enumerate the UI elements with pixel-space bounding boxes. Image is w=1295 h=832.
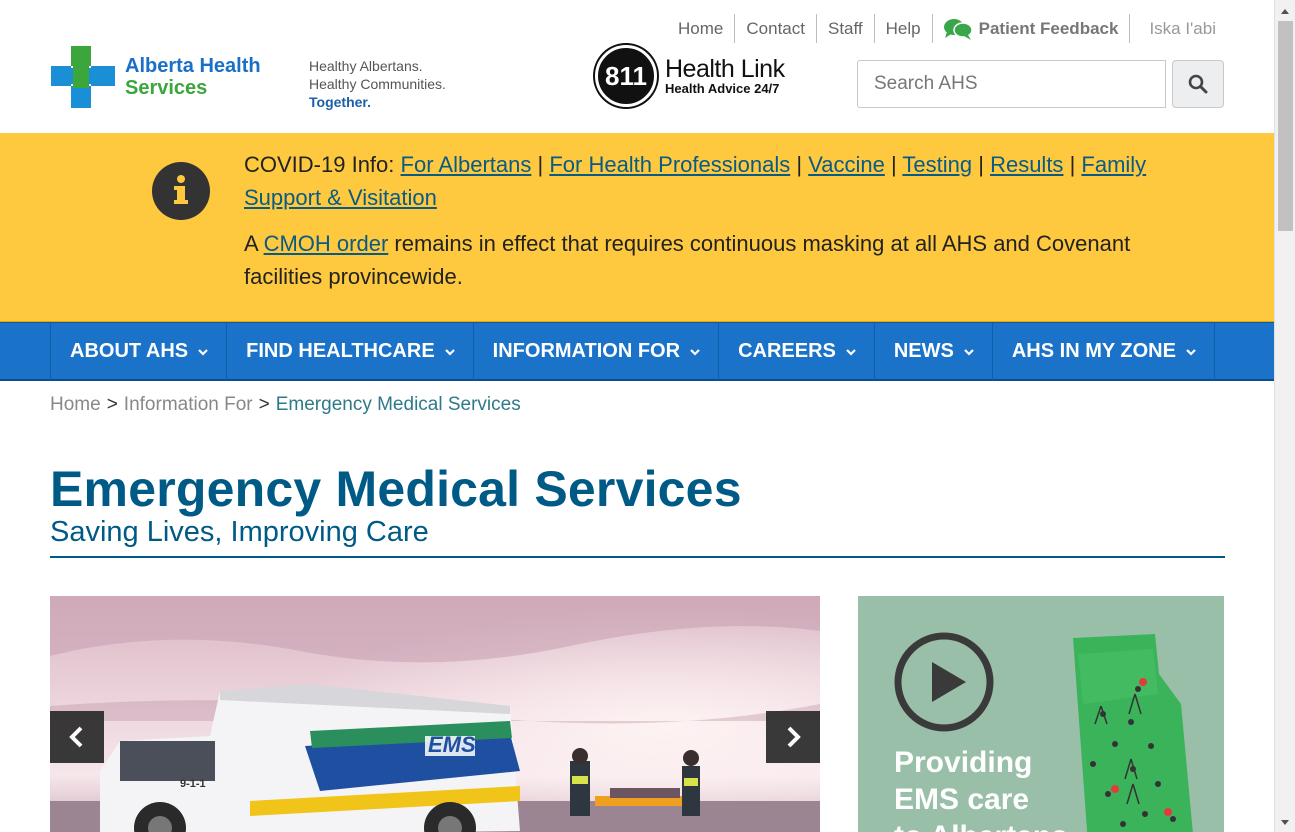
breadcrumb-current: Emergency Medical Services bbox=[275, 394, 521, 415]
alert-link-results[interactable]: Results bbox=[990, 152, 1063, 177]
ems-video-promo[interactable]: Providing EMS care to Albertans bbox=[858, 596, 1224, 832]
chevron-right-icon bbox=[787, 726, 801, 748]
utility-link-staff[interactable]: Staff bbox=[817, 14, 875, 43]
breadcrumb-separator: > bbox=[258, 394, 270, 415]
masking-notice: A CMOH order remains in effect that requ… bbox=[244, 227, 1204, 293]
alert-separator: | bbox=[978, 152, 984, 177]
scroll-down-arrow-icon[interactable] bbox=[1281, 820, 1289, 825]
promo-text: Providing EMS care to Albertans bbox=[894, 744, 1068, 832]
health-link-811-badge: 811 bbox=[595, 45, 657, 107]
nav-item-label: FIND HEALTHCARE bbox=[246, 340, 435, 362]
scroll-up-arrow-icon[interactable] bbox=[1281, 9, 1289, 14]
breadcrumb: Home > Information For > Emergency Medical S… bbox=[50, 394, 521, 416]
chat-bubbles-icon bbox=[943, 18, 973, 40]
ambulance-ems-label: EMS bbox=[428, 732, 476, 757]
carousel-next-button[interactable] bbox=[766, 711, 820, 763]
main-nav-list: ABOUT AHS FIND HEALTHCARE INFORMATION FO… bbox=[50, 323, 1215, 380]
health-link-title: Health Link bbox=[665, 54, 785, 83]
patient-feedback-link[interactable]: Patient Feedback bbox=[933, 14, 1131, 43]
site-header: Home Contact Staff Help Patient Feedback… bbox=[0, 0, 1274, 133]
utility-nav: Home Contact Staff Help Patient Feedback… bbox=[667, 14, 1226, 43]
nav-item-label: INFORMATION FOR bbox=[492, 340, 681, 362]
nav-item-label: CAREERS bbox=[738, 340, 836, 362]
search-button[interactable] bbox=[1172, 60, 1224, 108]
tagline-line-2: Healthy Communities. bbox=[309, 76, 446, 92]
nav-item-ahs-in-my-zone[interactable]: AHS IN MY ZONE bbox=[993, 323, 1215, 380]
covid-info-prefix: COVID-19 Info: bbox=[244, 152, 395, 177]
tagline-line-3: Together. bbox=[309, 94, 371, 110]
page-subtitle: Saving Lives, Improving Care bbox=[50, 516, 429, 548]
play-icon bbox=[894, 632, 994, 732]
scrollbar-thumb[interactable] bbox=[1278, 21, 1293, 231]
tagline: Healthy Albertans. Healthy Communities. … bbox=[309, 57, 446, 111]
promo-line-2: EMS care bbox=[894, 783, 1030, 816]
utility-link-home[interactable]: Home bbox=[667, 14, 736, 43]
title-divider bbox=[50, 556, 1225, 558]
chevron-down-icon bbox=[964, 348, 974, 356]
alberta-map-graphic bbox=[1073, 634, 1193, 832]
alert-separator: | bbox=[796, 152, 803, 177]
main-nav: ABOUT AHS FIND HEALTHCARE INFORMATION FO… bbox=[0, 322, 1274, 381]
info-icon bbox=[152, 162, 210, 220]
chevron-left-icon bbox=[69, 726, 83, 748]
logo-wordmark: Alberta Health Services bbox=[125, 55, 261, 99]
search-input[interactable] bbox=[857, 60, 1166, 108]
page: Home Contact Staff Help Patient Feedback… bbox=[0, 0, 1274, 832]
alert-text: COVID-19 Info: For Albertans | For Healt… bbox=[244, 148, 1204, 293]
nav-item-label: AHS IN MY ZONE bbox=[1011, 340, 1176, 362]
chevron-down-icon bbox=[444, 348, 455, 356]
chevron-down-icon bbox=[846, 348, 856, 356]
alert-link-albertans[interactable]: For Albertans bbox=[401, 152, 532, 177]
search-icon bbox=[1188, 74, 1208, 94]
alert-link-vaccine[interactable]: Vaccine bbox=[808, 152, 885, 177]
alert-link-testing[interactable]: Testing bbox=[902, 152, 972, 177]
page-scrollbar[interactable] bbox=[1274, 0, 1295, 832]
alert-separator: | bbox=[890, 152, 897, 177]
nav-item-careers[interactable]: CAREERS bbox=[719, 323, 875, 380]
language-link[interactable]: Iska I'abi bbox=[1130, 14, 1226, 43]
logo-line-2: Services bbox=[125, 77, 208, 99]
health-link-subtitle: Health Advice 24/7 bbox=[665, 80, 780, 96]
nav-item-label: NEWS bbox=[893, 340, 954, 362]
breadcrumb-home[interactable]: Home bbox=[50, 394, 101, 415]
promo-line-1: Providing bbox=[894, 746, 1033, 779]
breadcrumb-information-for[interactable]: Information For bbox=[124, 394, 253, 415]
tagline-line-1: Healthy Albertans. bbox=[309, 58, 423, 74]
ahs-logo[interactable]: Alberta Health Services bbox=[51, 46, 261, 108]
nav-item-news[interactable]: NEWS bbox=[875, 323, 993, 380]
health-link-text: Health Link Health Advice 24/7 bbox=[665, 54, 785, 96]
logo-line-1: Alberta Health bbox=[125, 55, 261, 77]
masking-prefix: A bbox=[244, 231, 258, 256]
ambulance-photo bbox=[50, 596, 820, 832]
ahs-cross-logo-icon bbox=[51, 46, 115, 108]
cmoh-order-link[interactable]: CMOH order bbox=[264, 231, 389, 256]
utility-link-help[interactable]: Help bbox=[875, 14, 933, 43]
covid-info-line: COVID-19 Info: For Albertans | For Healt… bbox=[244, 148, 1204, 214]
page-title: Emergency Medical Services bbox=[50, 461, 742, 517]
chevron-down-icon bbox=[690, 348, 700, 356]
ambulance-911-label: 9-1-1 bbox=[180, 778, 206, 790]
promo-line-3: to Albertans bbox=[894, 818, 1068, 832]
nav-item-information-for[interactable]: INFORMATION FOR bbox=[474, 323, 720, 380]
breadcrumb-separator: > bbox=[106, 394, 118, 415]
utility-link-contact[interactable]: Contact bbox=[735, 14, 817, 43]
alert-separator: | bbox=[537, 152, 544, 177]
health-link-logo[interactable]: 811 Health Link Health Advice 24/7 bbox=[595, 45, 785, 107]
alert-link-health-professionals[interactable]: For Health Professionals bbox=[549, 152, 790, 177]
patient-feedback-label: Patient Feedback bbox=[978, 19, 1119, 38]
carousel-prev-button[interactable] bbox=[50, 711, 104, 763]
nav-item-about-ahs[interactable]: ABOUT AHS bbox=[51, 323, 228, 380]
nav-item-find-healthcare[interactable]: FIND HEALTHCARE bbox=[227, 323, 474, 380]
chevron-down-icon bbox=[1186, 348, 1196, 356]
chevron-down-icon bbox=[198, 348, 208, 356]
nav-item-label: ABOUT AHS bbox=[70, 340, 189, 362]
search-form bbox=[857, 60, 1224, 108]
alert-separator: | bbox=[1069, 152, 1076, 177]
hero-carousel: EMS 9-1-1 bbox=[50, 596, 820, 832]
